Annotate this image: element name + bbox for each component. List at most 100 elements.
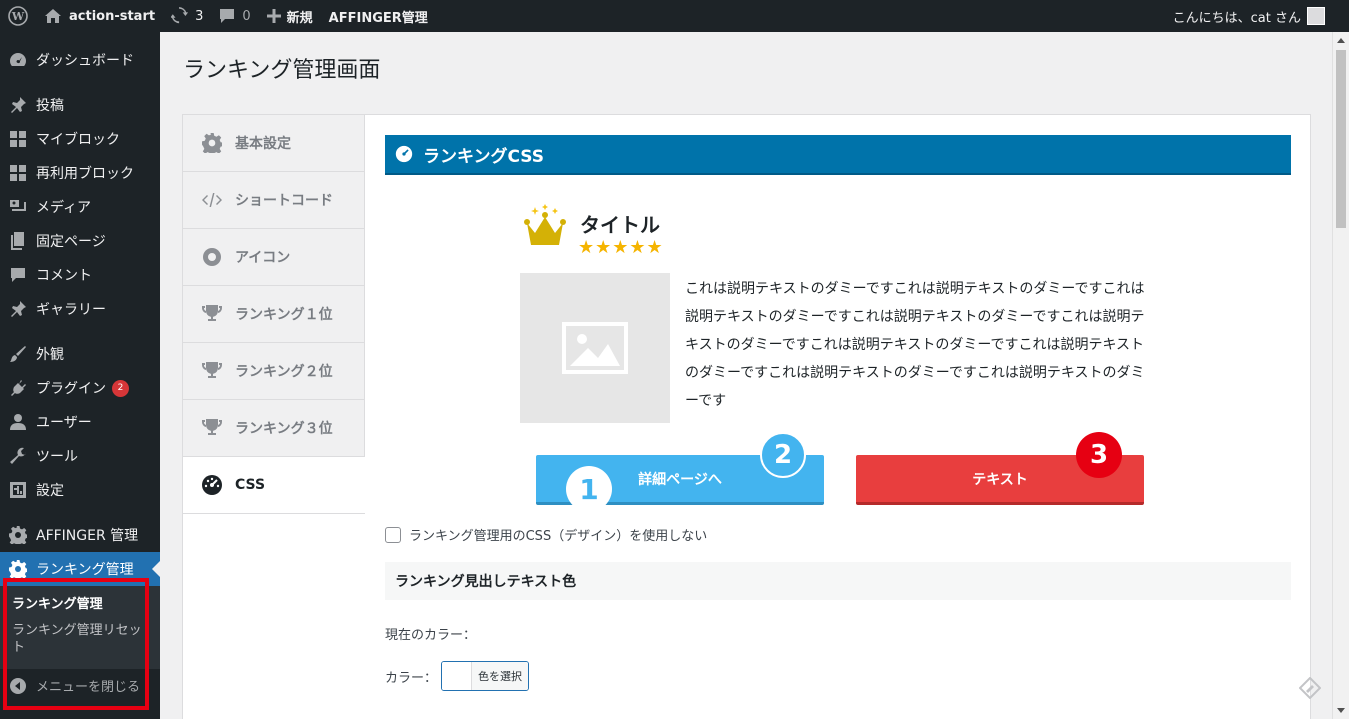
menu-my-blocks[interactable]: マイブロック <box>0 122 160 156</box>
new-content-link[interactable]: 新規 <box>259 0 321 32</box>
ranking-description: これは説明テキストのダミーですこれは説明テキストのダミーですこれは説明テキストの… <box>685 281 1145 409</box>
tab-label: ランキング３位 <box>235 421 333 437</box>
media-icon <box>8 197 28 217</box>
subsection-header: ランキング見出しテキスト色 <box>385 562 1291 600</box>
tab-ranking-1[interactable]: ランキング１位 <box>183 286 364 343</box>
tab-css[interactable]: CSS <box>183 457 365 514</box>
menu-label: ダッシュボード <box>36 53 134 69</box>
menu-label: ユーザー <box>36 415 92 431</box>
disable-css-checkbox[interactable] <box>385 526 401 543</box>
menu-settings[interactable]: 設定 <box>0 473 160 507</box>
pin-icon <box>8 95 28 115</box>
menu-appearance[interactable]: 外観 <box>0 337 160 371</box>
settings-icon <box>8 480 28 500</box>
eye-icon <box>201 246 223 268</box>
svg-text:W: W <box>11 10 25 23</box>
menu-plugins[interactable]: プラグイン 2 <box>0 371 160 405</box>
gauge-icon <box>201 474 223 496</box>
menu-label: ギャラリー <box>36 302 106 318</box>
updates-link[interactable]: 3 <box>163 0 211 32</box>
ranking-title: タイトル <box>580 213 660 237</box>
section-title: ランキングCSS <box>423 146 545 167</box>
settings-panel: 基本設定 ショートコード アイコン ランキング１位 ランキング２位 ランキング３… <box>182 114 1311 719</box>
placeholder-image <box>520 273 670 423</box>
menu-dashboard[interactable]: ダッシュボード <box>0 43 160 77</box>
menu-label: 固定ページ <box>36 234 106 250</box>
tab-label: 基本設定 <box>235 136 291 152</box>
image-placeholder-icon <box>562 322 628 374</box>
comment-icon <box>8 265 28 285</box>
site-name-link[interactable]: action-start <box>36 0 163 32</box>
menu-label: ランキング管理 <box>36 562 134 578</box>
current-color-label: 現在のカラー： <box>385 628 477 643</box>
tab-icon[interactable]: アイコン <box>183 229 364 286</box>
new-label: 新規 <box>286 10 313 26</box>
tab-ranking-3[interactable]: ランキング３位 <box>183 400 364 457</box>
comments-link[interactable]: 0 <box>211 0 258 32</box>
menu-tools[interactable]: ツール <box>0 439 160 473</box>
disable-css-option: ランキング管理用のCSS（デザイン）を使用しない <box>385 525 1291 544</box>
menu-users[interactable]: ユーザー <box>0 405 160 439</box>
rating-stars: ★★★★★ <box>578 237 664 258</box>
disable-css-label: ランキング管理用のCSS（デザイン）を使用しない <box>409 529 708 544</box>
section-header: ランキングCSS <box>385 135 1291 175</box>
wordpress-logo-icon[interactable]: W <box>0 0 36 32</box>
comments-count: 0 <box>242 8 251 24</box>
scrollbar-thumb[interactable] <box>1336 50 1346 228</box>
gear-icon <box>201 132 223 154</box>
grid-icon <box>8 163 28 183</box>
menu-gallery[interactable]: ギャラリー <box>0 292 160 326</box>
menu-reusable-blocks[interactable]: 再利用ブロック <box>0 156 160 190</box>
greeting: こんにちは、cat さん <box>1172 10 1301 26</box>
menu-affinger[interactable]: AFFINGER 管理 <box>0 518 160 552</box>
menu-posts[interactable]: 投稿 <box>0 88 160 122</box>
affinger-admin-link[interactable]: AFFINGER管理 <box>321 0 436 32</box>
tab-shortcode[interactable]: ショートコード <box>183 172 364 229</box>
admin-bar: W action-start 3 0 新規 AFFINGER管理 こんにちは、c… <box>0 0 1349 32</box>
highlight-annotation-box <box>3 578 149 710</box>
account-menu[interactable]: こんにちは、cat さん <box>1173 7 1349 26</box>
plus-icon <box>266 9 281 23</box>
menu-pages[interactable]: 固定ページ <box>0 224 160 258</box>
gear-icon <box>8 525 28 545</box>
dashboard-icon <box>8 50 28 70</box>
page-title: ランキング管理画面 <box>183 58 381 83</box>
home-icon <box>45 9 61 23</box>
refresh-icon <box>171 7 189 24</box>
menu-label: コメント <box>36 268 92 284</box>
trophy-icon <box>201 303 223 325</box>
menu-media[interactable]: メディア <box>0 190 160 224</box>
avatar <box>1307 7 1325 25</box>
comment-icon <box>220 9 235 23</box>
plugin-icon <box>8 378 28 398</box>
tab-basic-settings[interactable]: 基本設定 <box>183 115 364 172</box>
button-label: 詳細ページへ <box>638 471 722 488</box>
color-picker-row: カラー： 色を選択 <box>385 661 1291 691</box>
tab-label: ランキング１位 <box>235 307 333 323</box>
color-picker-label: 色を選択 <box>472 662 529 690</box>
menu-comments[interactable]: コメント <box>0 258 160 292</box>
tab-label: CSS <box>235 477 266 493</box>
tab-label: ランキング２位 <box>235 364 333 380</box>
color-label: カラー： <box>385 670 438 686</box>
tab-content: ランキングCSS タイトル ★★★★★ これは説明テキストのダミーですこれは説明… <box>385 135 1291 691</box>
tab-ranking-2[interactable]: ランキング２位 <box>183 343 364 400</box>
annotation-marker-1: 1 <box>566 466 612 512</box>
page-scrollbar[interactable] <box>1332 32 1349 719</box>
menu-label: 投稿 <box>36 98 64 114</box>
annotation-marker-3: 3 <box>1076 432 1122 478</box>
site-name: action-start <box>69 8 156 24</box>
annotation-marker-2: 2 <box>760 432 806 478</box>
menu-label: ツール <box>36 449 78 465</box>
tab-label: アイコン <box>235 250 291 266</box>
scroll-down-arrow-icon[interactable] <box>1337 708 1345 713</box>
menu-label: マイブロック <box>36 132 120 148</box>
grid-icon <box>8 129 28 149</box>
settings-tabs: 基本設定 ショートコード アイコン ランキング１位 ランキング２位 ランキング３… <box>183 115 365 514</box>
scroll-up-arrow-icon[interactable] <box>1337 38 1345 43</box>
color-picker-button[interactable]: 色を選択 <box>441 661 530 691</box>
gauge-icon <box>395 145 413 163</box>
brush-icon <box>8 344 28 364</box>
plugin-update-badge: 2 <box>112 379 129 397</box>
menu-label: メディア <box>36 200 92 216</box>
